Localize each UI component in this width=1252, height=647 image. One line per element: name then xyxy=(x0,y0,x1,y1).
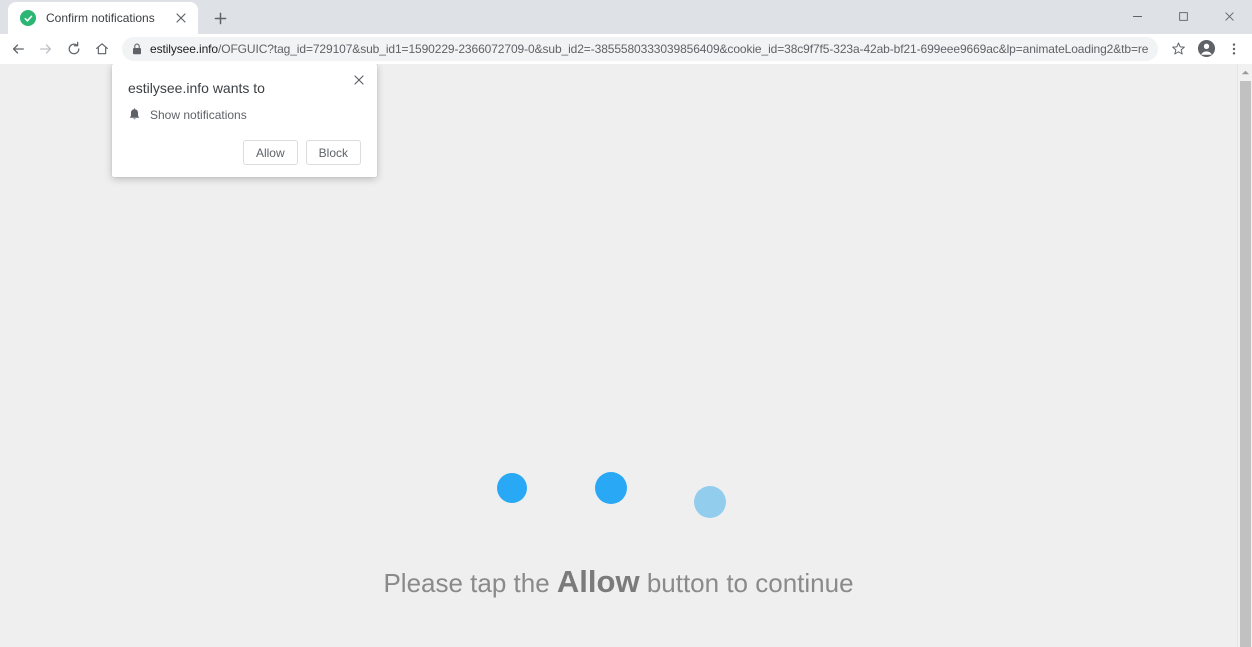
browser-tab[interactable]: Confirm notifications xyxy=(8,2,198,34)
window-maximize-button[interactable] xyxy=(1160,0,1206,32)
loading-dot-1 xyxy=(497,473,527,503)
dialog-close-icon[interactable] xyxy=(349,70,369,90)
loading-dot-2 xyxy=(595,472,627,504)
window-close-button[interactable] xyxy=(1206,0,1252,32)
page-tagline: Please tap the Allow button to continue xyxy=(0,564,1237,600)
reload-icon[interactable] xyxy=(60,35,88,63)
tagline-prefix: Please tap the xyxy=(383,568,557,598)
page-scrollbar[interactable] xyxy=(1237,64,1252,647)
permission-label: Show notifications xyxy=(150,108,247,122)
tagline-suffix: button to continue xyxy=(639,568,854,598)
block-button[interactable]: Block xyxy=(305,140,361,165)
notification-permission-dialog: estilysee.info wants to Show notificatio… xyxy=(112,64,377,177)
scroll-up-arrow-icon[interactable] xyxy=(1238,64,1252,80)
address-bar-path: /OFGUIC?tag_id=729107&sub_id1=1590229-23… xyxy=(217,41,1148,56)
loading-dot-3 xyxy=(694,486,726,518)
scrollbar-thumb[interactable] xyxy=(1240,81,1251,647)
tab-strip: Confirm notifications xyxy=(0,0,1252,34)
dialog-actions: Allow Block xyxy=(128,140,361,165)
bell-icon xyxy=(128,108,150,122)
tab-title: Confirm notifications xyxy=(46,11,155,25)
home-icon[interactable] xyxy=(88,35,116,63)
address-bar-host: estilysee.info xyxy=(150,41,218,56)
loading-dots xyxy=(0,464,1237,534)
window-minimize-button[interactable] xyxy=(1114,0,1160,32)
star-icon[interactable] xyxy=(1164,35,1192,63)
tab-close-icon[interactable] xyxy=(172,9,190,27)
back-arrow-icon[interactable] xyxy=(4,35,32,63)
lock-icon xyxy=(132,43,142,55)
profile-avatar-icon[interactable] xyxy=(1192,35,1220,63)
window-controls xyxy=(1114,0,1252,32)
forward-arrow-icon[interactable] xyxy=(32,35,60,63)
three-dot-menu-icon[interactable] xyxy=(1220,35,1248,63)
permission-row: Show notifications xyxy=(128,108,361,122)
dialog-title: estilysee.info wants to xyxy=(128,80,265,96)
address-bar[interactable]: estilysee.info/OFGUIC?tag_id=729107&sub_… xyxy=(122,36,1158,61)
page-viewport: Please tap the Allow button to continue … xyxy=(0,64,1252,647)
browser-window: Confirm notifications estilysee.info/OFG… xyxy=(0,0,1252,647)
allow-button[interactable]: Allow xyxy=(242,140,298,165)
browser-toolbar: estilysee.info/OFGUIC?tag_id=729107&sub_… xyxy=(0,34,1252,64)
tagline-allow-word: Allow xyxy=(556,564,640,599)
address-bar-url: estilysee.info/OFGUIC?tag_id=729107&sub_… xyxy=(150,42,1148,56)
new-tab-button[interactable] xyxy=(206,4,234,32)
green-check-circle-icon xyxy=(20,10,36,26)
